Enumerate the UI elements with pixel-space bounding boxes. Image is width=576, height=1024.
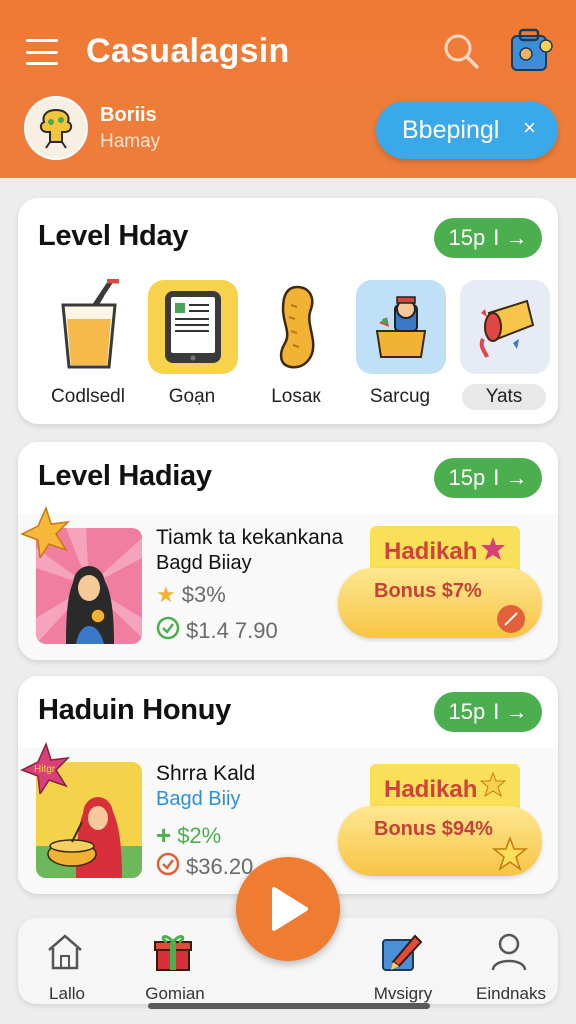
close-icon[interactable]: × xyxy=(523,115,536,141)
bonus-text: Bonus $7% xyxy=(374,580,482,602)
bonus-tag-label: Hadikah xyxy=(384,776,478,803)
tile-codlsedl[interactable]: Codlsedl xyxy=(36,279,140,416)
star-icon xyxy=(491,835,529,877)
tile-sarcug[interactable]: Sarcug xyxy=(348,280,452,416)
item-title: Tiamk ta kekankana xyxy=(156,526,344,549)
play-button[interactable] xyxy=(236,857,340,961)
paint-bucket-icon xyxy=(460,280,550,374)
tile-yats[interactable]: Yats xyxy=(452,280,556,416)
nav-label: Gomian xyxy=(145,984,205,1003)
tile-label: Sarcug xyxy=(369,386,431,407)
arrow-right-icon: I → xyxy=(493,465,528,490)
item-title: Shrra Kald xyxy=(156,762,256,785)
app-header: Casualagsin Boriis Hamay Bbepingl × xyxy=(0,0,576,178)
tile-label: Goạn xyxy=(168,386,216,407)
nav-label: Lallo xyxy=(49,984,85,1003)
search-icon[interactable] xyxy=(440,30,482,72)
home-indicator xyxy=(148,1003,430,1009)
section-more-button[interactable]: 15p I → xyxy=(434,458,542,498)
nav-item-home[interactable]: Lallo xyxy=(12,926,122,1003)
star-icon xyxy=(479,771,507,803)
avatar[interactable] xyxy=(24,96,88,160)
section-title: Haduin Honuy xyxy=(38,694,231,726)
box-character-icon xyxy=(356,280,446,374)
check-circle-icon xyxy=(156,852,180,882)
bean-icon xyxy=(252,280,342,374)
header-action-label: Bbepingl xyxy=(402,115,500,144)
tablet-icon xyxy=(148,280,238,374)
user-name: Boriis xyxy=(100,104,157,126)
bonus-button[interactable]: Hadikah Bonus $94% xyxy=(338,764,542,876)
nav-item-profile[interactable]: Eindnaks xyxy=(456,926,566,1003)
nav-label: Mvsigry xyxy=(373,984,433,1003)
juice-glass-icon xyxy=(44,279,134,374)
price-value: $36.20 xyxy=(186,854,254,879)
pill-label: 15p xyxy=(448,465,486,490)
bonus-button[interactable]: Hadikah Bonus $7% xyxy=(338,526,542,638)
tile-label: Yats xyxy=(462,384,546,410)
tile-losak[interactable]: Losaк xyxy=(244,280,348,416)
profile-icon xyxy=(487,930,531,974)
section-more-button[interactable]: 15p I → xyxy=(434,692,542,732)
star-badge-icon: Hitgr xyxy=(20,741,72,797)
item-rating: + $2% xyxy=(156,820,221,851)
nav-item-gift[interactable]: Gomian xyxy=(120,926,230,1003)
tile-label: Losaк xyxy=(271,386,321,407)
bonus-tag-label: Hadikah xyxy=(384,538,478,565)
rating-value: $3% xyxy=(181,582,226,607)
tile-goan[interactable]: Goạn xyxy=(140,280,244,416)
shopping-bag-icon[interactable] xyxy=(506,26,556,76)
star-icon: ★ xyxy=(156,582,176,607)
arrow-right-icon: I → xyxy=(493,699,528,724)
bonus-text: Bonus $94% xyxy=(374,818,493,840)
gift-icon xyxy=(151,930,195,974)
header-action-button[interactable]: Bbepingl × xyxy=(376,101,558,159)
section-title: Level Hday xyxy=(38,220,189,252)
section-more-button[interactable]: 15p I → xyxy=(434,218,542,258)
star-badge-icon xyxy=(20,505,72,561)
play-icon xyxy=(272,887,308,931)
gem-star-icon xyxy=(480,536,506,567)
badge-text: Hitgr xyxy=(34,764,56,775)
no-entry-icon xyxy=(496,604,526,639)
plus-icon: + xyxy=(156,820,172,850)
section-title: Level Hadiay xyxy=(38,460,212,492)
category-tiles: Codlsedl Goạn Losaк Sarcug Yats xyxy=(18,279,558,420)
edit-icon xyxy=(379,930,423,974)
nav-label: Eindnaks xyxy=(476,984,546,1003)
featured-section-card: Level Hadiay 15p I → Tiamk ta kekankana … xyxy=(18,442,558,660)
item-subtitle: Bagd Biiy xyxy=(156,788,241,810)
rating-value: $2% xyxy=(177,822,222,848)
item-rating: ★ $3% xyxy=(156,582,226,608)
item-price: $1.4 7.90 xyxy=(156,616,278,646)
item-subtitle: Bagd Biiay xyxy=(156,552,252,574)
hamburger-menu-icon[interactable] xyxy=(24,36,60,68)
user-subtitle: Hamay xyxy=(100,131,161,152)
tile-label: Codlsedl xyxy=(51,386,125,407)
home-icon xyxy=(43,930,87,974)
app-title: Casualagsin xyxy=(86,32,290,70)
item-price: $36.20 xyxy=(156,852,253,882)
level-section-card: Level Hday 15p I → Codlsedl Goạn Losaк S… xyxy=(18,198,558,424)
check-circle-icon xyxy=(156,616,180,646)
pill-label: 15p xyxy=(448,225,486,250)
pill-label: 15p xyxy=(448,699,486,724)
arrow-right-icon: I → xyxy=(493,225,528,250)
price-value: $1.4 7.90 xyxy=(186,618,278,643)
nav-item-edit[interactable]: Mvsigry xyxy=(348,926,458,1003)
